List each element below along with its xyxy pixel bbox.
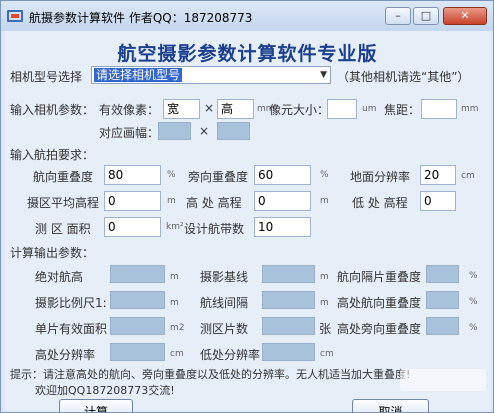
unit-km2: km² <box>166 222 184 232</box>
side-overlap-input[interactable]: 60 <box>254 165 311 185</box>
high-elevation-label: 高 处 高程 <box>186 196 242 210</box>
photo-scale-label: 摄影比例尺1: <box>35 296 107 310</box>
unit-percent-side: % <box>320 170 329 180</box>
pixel-size-input[interactable] <box>327 99 357 119</box>
high-side-overlap-label: 高处旁向重叠度 <box>337 322 422 336</box>
frame-width-output <box>158 122 191 140</box>
close-button[interactable]: ✕ <box>443 7 487 25</box>
average-elevation-label: 摄区平均高程 <box>27 196 100 210</box>
focal-length-label: 焦距： <box>384 103 421 117</box>
calculate-button[interactable]: 计算 <box>59 399 133 412</box>
line-spacing-label: 航线间隔 <box>200 296 249 310</box>
high-side-overlap-output <box>426 317 459 335</box>
unit-mm-focal: mm <box>461 104 479 114</box>
unit-m-scale: m <box>170 298 179 308</box>
title-bar[interactable]: 航摄参数计算软件 作者QQ：187208773 – □ ✕ <box>1 1 493 31</box>
focal-length-input[interactable] <box>421 99 457 119</box>
main-panel: 航空摄影参数计算软件专业版 相机型号选择 请选择相机型号 ▼ （其他相机请选“其… <box>5 31 490 412</box>
high-resolution-output <box>110 343 165 361</box>
survey-area-input[interactable]: 0 <box>104 217 161 237</box>
unit-um: um <box>362 104 377 114</box>
ground-resolution-input[interactable]: 20 <box>420 165 456 185</box>
pixel-size-label: 像元大小： <box>269 103 330 117</box>
contact-text: 欢迎加QQ187208773交流! <box>35 384 175 397</box>
app-icon <box>7 10 23 22</box>
unit-m-average: m <box>167 196 176 206</box>
camera-model-select[interactable]: 请选择相机型号 ▼ <box>91 66 331 84</box>
low-elevation-input[interactable]: 0 <box>420 191 456 211</box>
unit-cm: cm <box>461 171 475 181</box>
frame-height-output <box>217 122 250 140</box>
unit-percent-alternate: % <box>469 271 478 281</box>
average-elevation-input[interactable]: 0 <box>104 191 161 211</box>
photo-baseline-label: 摄影基线 <box>200 270 249 284</box>
absolute-altitude-label: 绝对航高 <box>35 270 84 284</box>
survey-area-label: 测 区 面积 <box>35 222 91 236</box>
low-elevation-label: 低 处 高程 <box>352 196 408 210</box>
high-forward-overlap-output <box>426 291 459 309</box>
chevron-down-icon[interactable]: ▼ <box>320 67 327 83</box>
minimize-button[interactable]: – <box>385 7 411 25</box>
unit-m-altitude: m <box>170 272 179 282</box>
camera-params-section: 输入相机参数： <box>10 103 95 117</box>
strip-count-input[interactable]: 10 <box>254 217 311 237</box>
window-title: 航摄参数计算软件 作者QQ：187208773 <box>29 11 253 25</box>
photo-baseline-output <box>262 265 315 283</box>
high-forward-overlap-label: 高处航向重叠度 <box>337 296 422 310</box>
unit-m-baseline: m <box>320 272 329 282</box>
single-photo-area-label: 单片有效面积 <box>35 322 108 336</box>
side-overlap-label: 旁向重叠度 <box>188 170 249 184</box>
absolute-altitude-output <box>110 265 165 283</box>
unit-m-high: m <box>320 196 329 206</box>
flight-requirements-section: 输入航拍要求： <box>10 148 95 162</box>
maximize-button[interactable]: □ <box>413 7 439 25</box>
line-spacing-output <box>262 291 315 309</box>
forward-overlap-label: 航向重叠度 <box>33 170 94 184</box>
photo-count-output <box>262 317 315 335</box>
pixel-height-input[interactable]: 高 <box>217 99 254 119</box>
output-section: 计算输出参数： <box>10 246 95 260</box>
unit-m2: m2 <box>170 323 185 333</box>
strip-count-label: 设计航带数 <box>184 222 245 236</box>
single-photo-area-output <box>110 317 165 335</box>
camera-hint: （其他相机请选“其他”） <box>337 70 470 84</box>
camera-model-selected: 请选择相机型号 <box>94 68 183 82</box>
ground-resolution-label: 地面分辨率 <box>350 170 411 184</box>
high-elevation-input[interactable]: 0 <box>254 191 311 211</box>
photo-scale-output <box>110 291 165 309</box>
low-resolution-output <box>262 343 315 361</box>
forward-overlap-input[interactable]: 80 <box>104 165 161 185</box>
frame-times-sign: × <box>199 124 210 138</box>
unit-zhang: 张 <box>319 322 332 336</box>
cancel-button[interactable]: 取消 <box>352 399 429 412</box>
unit-cm-low: cm <box>320 349 334 359</box>
watermark-overlay <box>400 369 486 391</box>
photo-count-label: 测区片数 <box>200 322 249 336</box>
alternate-overlap-output <box>426 265 459 283</box>
low-resolution-label: 低处分辨率 <box>200 348 261 362</box>
unit-percent-high-side: % <box>469 323 478 333</box>
tip-text: 提示：请注意高处的航向、旁向重叠度以及低处的分辨率。无人机适当加大重叠度! <box>10 368 411 381</box>
alternate-overlap-label: 航向隔片重叠度 <box>337 270 422 284</box>
unit-m-spacing: m <box>320 298 329 308</box>
times-sign: × <box>204 101 215 115</box>
pixel-width-input[interactable]: 宽 <box>163 99 200 119</box>
unit-percent-high-forward: % <box>469 297 478 307</box>
effective-pixels-label: 有效像素： <box>99 103 160 117</box>
unit-percent-forward: % <box>167 170 176 180</box>
camera-model-label: 相机型号选择 <box>10 70 83 84</box>
frame-size-label: 对应画幅： <box>99 126 160 140</box>
high-resolution-label: 高处分辨率 <box>35 348 96 362</box>
app-window: 航摄参数计算软件 作者QQ：187208773 – □ ✕ 航空摄影参数计算软件… <box>0 0 494 413</box>
unit-cm-high: cm <box>170 349 184 359</box>
page-title: 航空摄影参数计算软件专业版 <box>117 43 378 65</box>
